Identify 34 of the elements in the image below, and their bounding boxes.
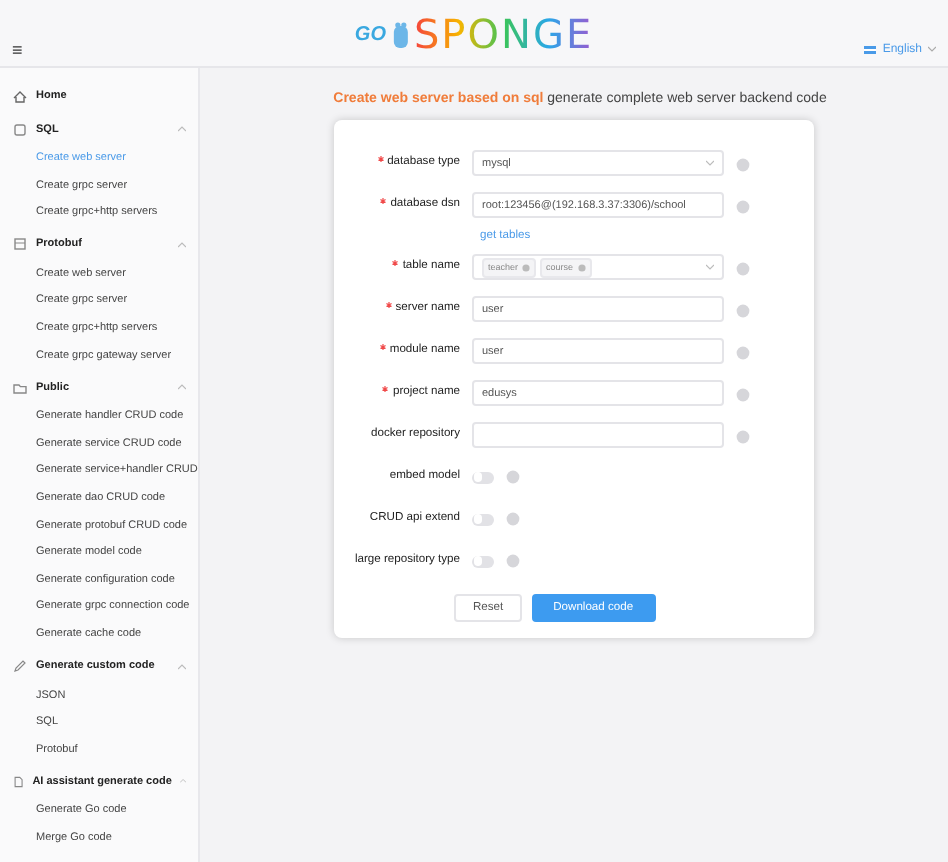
- input-field[interactable]: [472, 422, 724, 448]
- help-icon: [736, 261, 750, 275]
- document-icon: [12, 773, 25, 790]
- caret-icon: [706, 264, 714, 270]
- toggle-switch[interactable]: [472, 513, 494, 525]
- help-icon: [736, 387, 750, 401]
- home-icon: [12, 87, 28, 103]
- file-icon: [12, 236, 28, 253]
- required-icon: [377, 156, 384, 162]
- menu-icon[interactable]: ≡: [12, 39, 23, 59]
- help-icon: [506, 512, 520, 526]
- edit-icon: [12, 658, 28, 674]
- required-icon: [382, 386, 389, 392]
- required-icon: [379, 344, 386, 350]
- required-icon: [392, 260, 399, 266]
- toggle-switch[interactable]: [472, 555, 494, 567]
- caret-icon: [706, 160, 714, 166]
- logo-text: GO: [354, 23, 386, 45]
- help-icon: [506, 470, 520, 484]
- close-icon[interactable]: [577, 263, 586, 271]
- help-icon: [506, 554, 520, 568]
- help-icon: [736, 157, 750, 171]
- help-icon: [736, 199, 750, 213]
- required-icon: [385, 302, 392, 308]
- help-icon: [736, 303, 750, 317]
- help-icon: [736, 429, 750, 443]
- required-icon: [380, 198, 387, 204]
- folder-icon: [12, 379, 28, 396]
- close-icon[interactable]: [522, 263, 531, 271]
- toggle-switch[interactable]: [472, 471, 494, 483]
- caret-icon: [928, 46, 936, 52]
- help-icon: [736, 345, 750, 359]
- gopher-icon: [391, 21, 408, 47]
- database-icon: [12, 121, 28, 137]
